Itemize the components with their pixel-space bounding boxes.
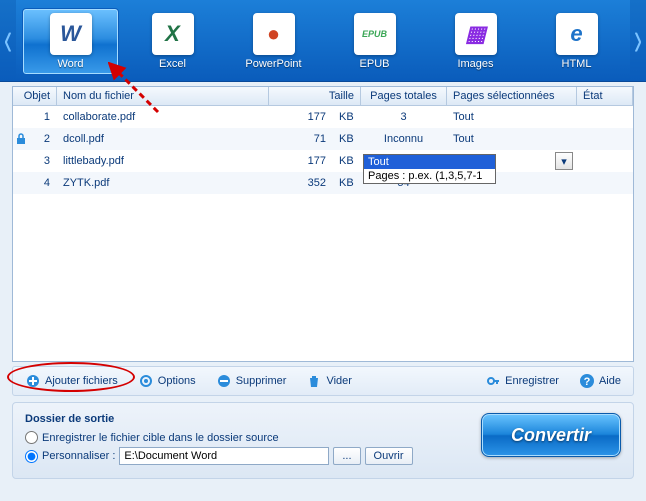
format-tab-images[interactable]: ▦ Images — [428, 9, 523, 74]
format-tab-label: HTML — [562, 58, 592, 70]
cell-objet: 4 — [13, 174, 57, 192]
output-radio-custom-label: Personnaliser : — [42, 450, 115, 462]
format-tab-word[interactable]: W Word — [22, 8, 119, 75]
format-tab-epub[interactable]: EPUB EPUB — [327, 9, 422, 74]
format-tab-html[interactable]: e HTML — [529, 9, 624, 74]
format-tabs-bar: ‹ W Word X Excel ● PowerPoint EPUB EPUB ▦ Images e… — [0, 0, 646, 82]
trash-icon — [306, 373, 322, 389]
epub-icon: EPUB — [354, 13, 396, 55]
powerpoint-icon: ● — [253, 13, 295, 55]
format-tab-label: Excel — [159, 58, 186, 70]
cell-size: 352 — [269, 174, 333, 192]
key-icon — [485, 373, 501, 389]
cell-etat — [577, 136, 633, 142]
cell-pagestotal: Inconnu — [361, 130, 447, 148]
cell-size-unit: KB — [333, 130, 361, 148]
excel-icon: X — [152, 13, 194, 55]
output-radio-custom-input[interactable] — [25, 450, 38, 463]
cell-etat — [577, 114, 633, 120]
format-tab-label: Word — [57, 58, 83, 70]
grid-header: Objet Nom du fichier Taille Pages totale… — [13, 87, 633, 106]
browse-button[interactable]: ... — [333, 447, 360, 465]
options-button[interactable]: Options — [128, 370, 206, 392]
col-header-nom[interactable]: Nom du fichier — [57, 87, 269, 105]
dropdown-option-all[interactable]: Tout — [364, 155, 495, 169]
col-header-objet[interactable]: Objet — [13, 87, 57, 105]
svg-text:?: ? — [584, 376, 591, 388]
output-radio-source[interactable]: Enregistrer le fichier cible dans le dos… — [25, 431, 469, 444]
format-tab-label: EPUB — [360, 58, 390, 70]
register-button[interactable]: Enregistrer — [475, 370, 569, 392]
convert-button[interactable]: Convertir — [481, 413, 621, 457]
help-button[interactable]: ? Aide — [569, 370, 631, 392]
empty-label: Vider — [326, 375, 351, 387]
word-icon: W — [50, 13, 92, 55]
output-panel: Dossier de sortie Enregistrer le fichier… — [12, 402, 634, 479]
cell-filename: ZYTK.pdf — [57, 174, 269, 192]
format-tab-label: PowerPoint — [245, 58, 301, 70]
table-row[interactable]: 2dcoll.pdf71KBInconnuTout — [13, 128, 633, 150]
action-toolbar: Ajouter fichiers Options Supprimer Vider — [12, 366, 634, 396]
output-title: Dossier de sortie — [25, 413, 469, 425]
cell-size: 177 — [269, 108, 333, 126]
cell-filename: collaborate.pdf — [57, 108, 269, 126]
format-tab-powerpoint[interactable]: ● PowerPoint — [226, 9, 321, 74]
format-tab-label: Images — [457, 58, 493, 70]
format-tab-excel[interactable]: X Excel — [125, 9, 220, 74]
col-header-pagestot[interactable]: Pages totales — [361, 87, 447, 105]
gear-icon — [138, 373, 154, 389]
tabs-next-arrow[interactable]: › — [630, 0, 646, 81]
col-header-etat[interactable]: État — [577, 87, 633, 105]
register-label: Enregistrer — [505, 375, 559, 387]
output-radio-custom[interactable]: Personnaliser : ... Ouvrir — [25, 447, 469, 465]
page-range-dropdown-button[interactable]: ▾ — [555, 152, 573, 170]
output-radio-source-label: Enregistrer le fichier cible dans le dos… — [42, 432, 279, 444]
open-folder-button[interactable]: Ouvrir — [365, 447, 413, 465]
tabs-prev-arrow[interactable]: ‹ — [0, 0, 16, 81]
options-label: Options — [158, 375, 196, 387]
file-grid: Objet Nom du fichier Taille Pages totale… — [12, 86, 634, 362]
col-header-pagesel[interactable]: Pages sélectionnées — [447, 87, 577, 105]
cell-etat — [577, 158, 633, 164]
page-range-dropdown[interactable]: Tout Pages : p.ex. (1,3,5,7-1 — [363, 154, 496, 184]
minus-icon — [216, 373, 232, 389]
add-files-label: Ajouter fichiers — [45, 375, 118, 387]
cell-size: 177 — [269, 152, 333, 170]
cell-pagestotal: 3 — [361, 108, 447, 126]
cell-filename: littlebady.pdf — [57, 152, 269, 170]
dropdown-option-pages[interactable]: Pages : p.ex. (1,3,5,7-1 — [364, 169, 495, 183]
help-label: Aide — [599, 375, 621, 387]
cell-size-unit: KB — [333, 152, 361, 170]
cell-size-unit: KB — [333, 108, 361, 126]
cell-etat — [577, 180, 633, 186]
cell-pageselect: Tout — [447, 108, 577, 126]
col-header-taille[interactable]: Taille — [269, 87, 361, 105]
empty-button[interactable]: Vider — [296, 370, 361, 392]
cell-size-unit: KB — [333, 174, 361, 192]
help-icon: ? — [579, 373, 595, 389]
cell-size: 71 — [269, 130, 333, 148]
html-icon: e — [556, 13, 598, 55]
delete-button[interactable]: Supprimer — [206, 370, 297, 392]
output-radio-source-input[interactable] — [25, 431, 38, 444]
cell-objet: 3 — [13, 152, 57, 170]
output-path-input[interactable] — [119, 447, 329, 465]
delete-label: Supprimer — [236, 375, 287, 387]
table-row[interactable]: 3littlebady.pdf177KB3Tout▾ — [13, 150, 633, 172]
cell-filename: dcoll.pdf — [57, 130, 269, 148]
lock-icon — [15, 133, 27, 145]
cell-pageselect: Tout — [447, 130, 577, 148]
table-row[interactable]: 4ZYTK.pdf352KB54 — [13, 172, 633, 194]
add-files-icon — [25, 373, 41, 389]
images-icon: ▦ — [455, 13, 497, 55]
cell-objet: 1 — [13, 108, 57, 126]
add-files-button[interactable]: Ajouter fichiers — [15, 370, 128, 392]
table-row[interactable]: 1collaborate.pdf177KB3Tout — [13, 106, 633, 128]
